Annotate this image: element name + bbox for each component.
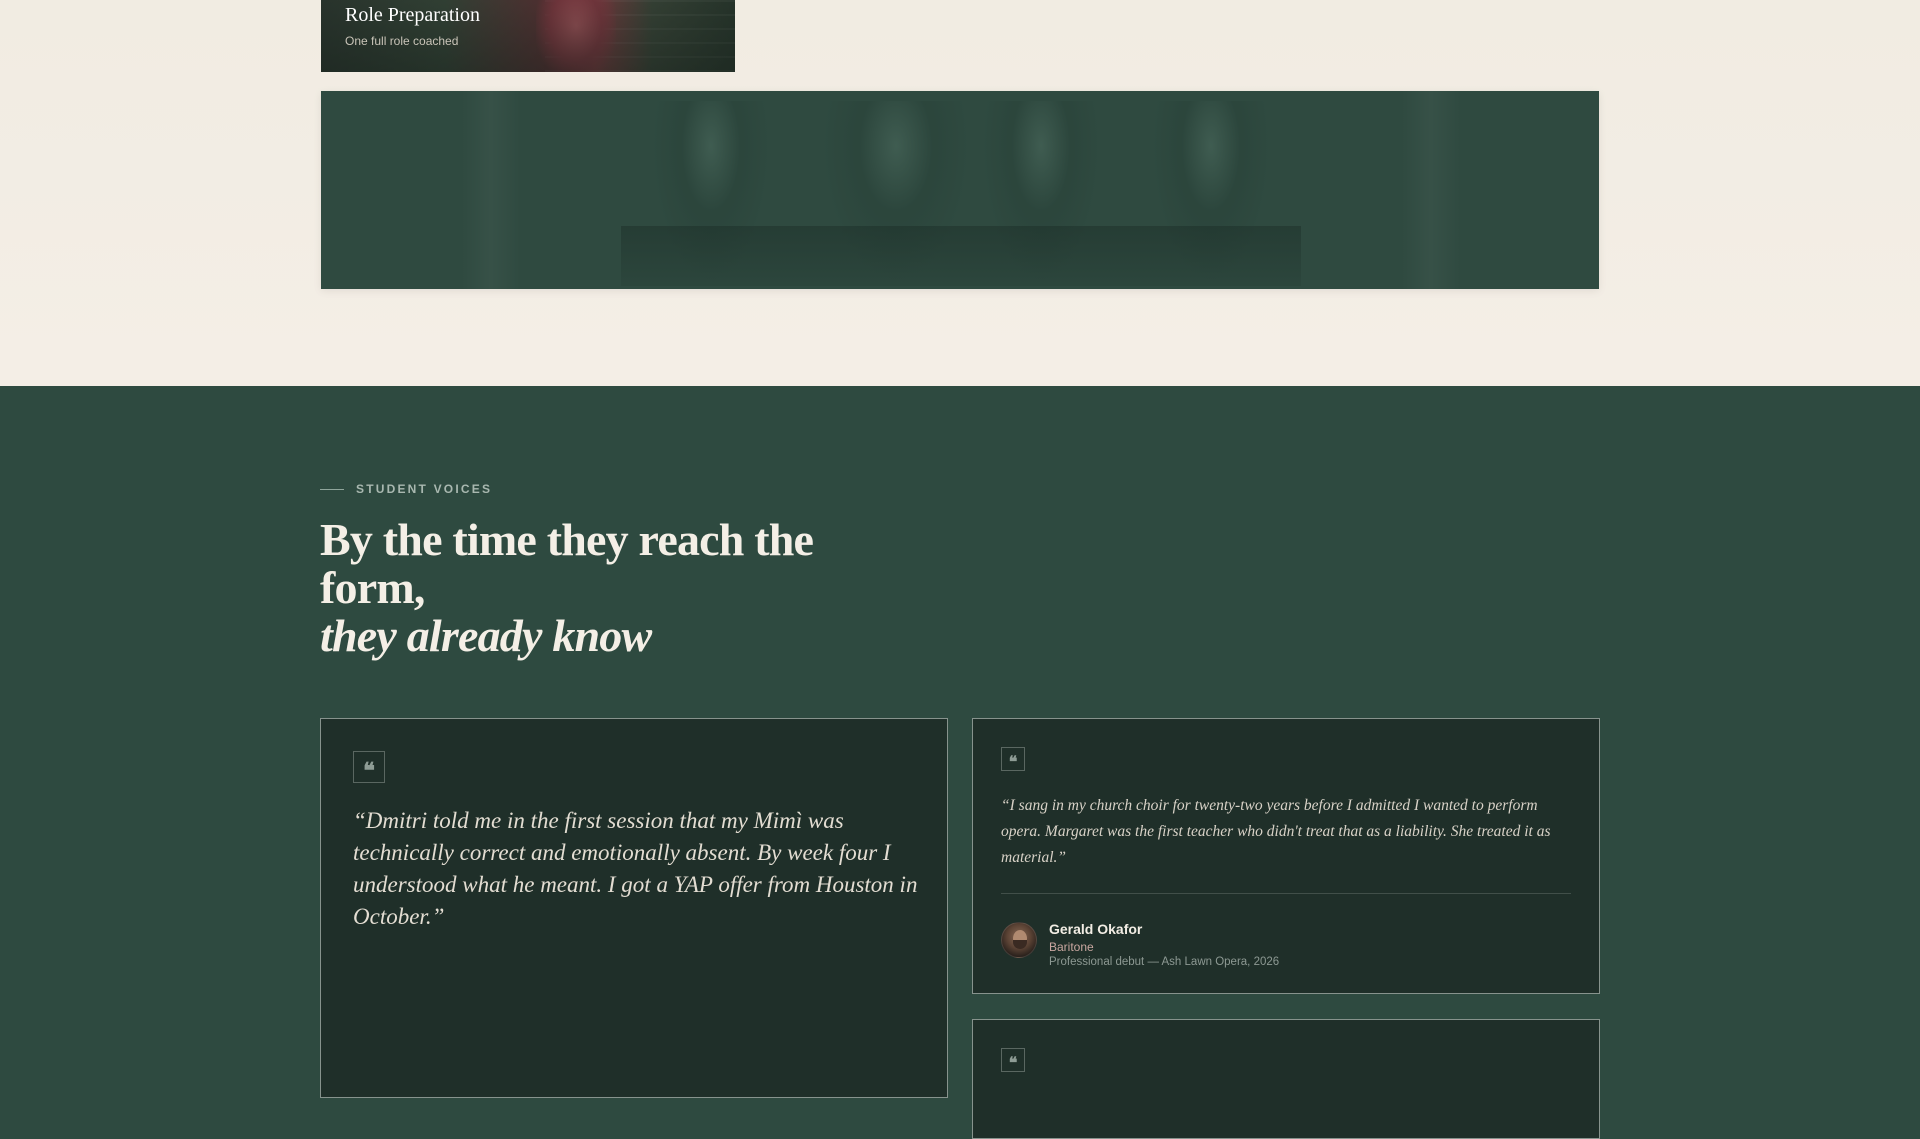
panel-table — [621, 226, 1301, 286]
section-heading: By the time they reach the form, they al… — [320, 516, 840, 660]
top-band: Role Preparation One full role coached — [0, 0, 1920, 386]
section-eyebrow: STUDENT VOICES — [320, 482, 492, 496]
role-card-title: Role Preparation — [345, 4, 480, 26]
heading-line-2: they already know — [320, 610, 652, 661]
testimonial-card: ❝ — [972, 1019, 1600, 1139]
student-voices-section: STUDENT VOICES By the time they reach th… — [0, 386, 1920, 1139]
testimonial-quote: “I sang in my church choir for twenty-tw… — [1001, 797, 1551, 866]
eyebrow-rule — [320, 488, 344, 490]
quote-icon: ❝ — [1001, 747, 1025, 771]
quote-icon: ❝ — [1001, 1048, 1025, 1072]
heading-line-1: By the time they reach the form, — [320, 514, 814, 613]
student-voice-type: Baritone — [1049, 940, 1094, 954]
student-credit: Professional debut — Ash Lawn Opera, 202… — [1049, 956, 1280, 968]
testimonial-quote: “Dmitri told me in the first session tha… — [353, 808, 918, 929]
audition-panel-banner-image — [321, 91, 1599, 289]
role-card-subtitle: One full role coached — [345, 34, 459, 48]
role-preparation-card[interactable]: Role Preparation One full role coached — [321, 0, 735, 72]
avatar — [1001, 922, 1037, 958]
student-name: Gerald Okafor — [1049, 921, 1143, 937]
testimonial-card: ❝ “I sang in my church choir for twenty-… — [972, 718, 1600, 994]
testimonial-card-featured: ❝ “Dmitri told me in the first session t… — [320, 718, 948, 1098]
quote-icon: ❝ — [353, 751, 385, 783]
divider — [1001, 893, 1571, 894]
